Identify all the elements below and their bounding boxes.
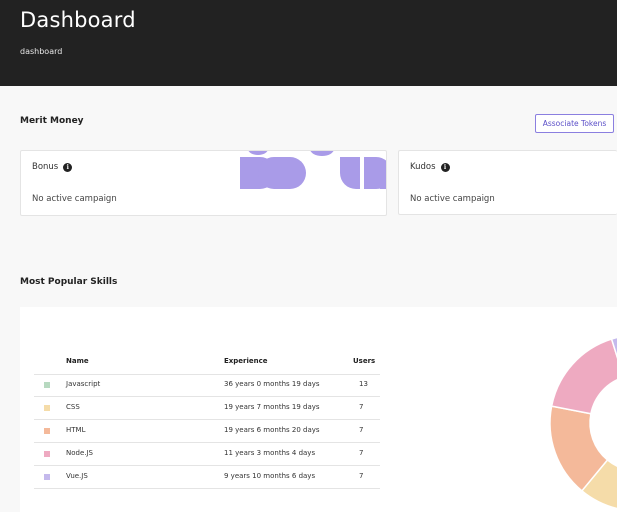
skill-name: Javascript xyxy=(66,380,101,388)
skill-users: 7 xyxy=(359,426,364,434)
skill-name: CSS xyxy=(66,403,80,411)
table-row[interactable]: Javascript 36 years 0 months 19 days 13 xyxy=(34,374,380,397)
skill-experience: 19 years 7 months 19 days xyxy=(224,403,320,411)
skill-users: 7 xyxy=(359,472,364,480)
skill-users: 7 xyxy=(359,403,364,411)
kudos-label-row: Kudos i xyxy=(410,162,450,172)
skill-users: 13 xyxy=(359,380,368,388)
deco-shape xyxy=(274,157,306,189)
skill-users: 7 xyxy=(359,449,364,457)
popular-skills-title: Most Popular Skills xyxy=(20,277,118,287)
associate-tokens-button[interactable]: Associate Tokens xyxy=(535,114,614,133)
skill-name: Vue.JS xyxy=(66,472,88,480)
table-row[interactable]: CSS 19 years 7 months 19 days 7 xyxy=(34,397,380,420)
donut-slice-node-js[interactable] xyxy=(550,338,617,415)
page-title: Dashboard xyxy=(20,8,136,32)
bonus-card: Bonus i No active campaign xyxy=(20,150,387,216)
skill-color-swatch xyxy=(44,405,50,411)
bonus-label-row: Bonus i xyxy=(32,162,73,172)
page-header: Dashboard dashboard xyxy=(0,0,617,86)
skill-color-swatch xyxy=(44,382,50,388)
skill-experience: 11 years 3 months 4 days xyxy=(224,449,316,457)
info-icon[interactable]: i xyxy=(63,162,73,172)
skills-panel: Name Experience Users Javascript 36 years… xyxy=(20,307,617,512)
skill-color-swatch xyxy=(44,428,50,434)
table-row[interactable]: Node.JS 11 years 3 months 4 days 7 xyxy=(34,443,380,466)
deco-shape xyxy=(340,157,360,189)
bonus-status: No active campaign xyxy=(32,194,117,204)
skill-name: Node.JS xyxy=(66,449,94,457)
breadcrumb: dashboard xyxy=(20,47,63,56)
column-header-users: Users xyxy=(353,357,376,365)
table-row[interactable]: Vue.JS 9 years 10 months 6 days 7 xyxy=(34,466,380,489)
deco-shape xyxy=(380,163,386,189)
kudos-label: Kudos xyxy=(410,162,436,172)
table-row[interactable]: HTML 19 years 6 months 20 days 7 xyxy=(34,420,380,443)
skill-experience: 36 years 0 months 19 days xyxy=(224,380,320,388)
column-header-name: Name xyxy=(66,357,89,365)
deco-shape xyxy=(248,151,268,155)
merit-money-title: Merit Money xyxy=(20,116,84,126)
bonus-label: Bonus xyxy=(32,162,59,172)
skill-color-swatch xyxy=(44,451,50,457)
kudos-status: No active campaign xyxy=(410,194,495,204)
skill-name: HTML xyxy=(66,426,86,434)
decorative-shapes xyxy=(240,151,386,189)
skills-donut-chart xyxy=(549,336,617,510)
skill-experience: 19 years 6 months 20 days xyxy=(224,426,320,434)
deco-shape xyxy=(310,151,334,156)
info-icon[interactable]: i xyxy=(440,162,450,172)
kudos-card: Kudos i No active campaign xyxy=(398,150,617,215)
skill-experience: 9 years 10 months 6 days xyxy=(224,472,316,480)
skill-color-swatch xyxy=(44,474,50,480)
column-header-experience: Experience xyxy=(224,357,268,365)
